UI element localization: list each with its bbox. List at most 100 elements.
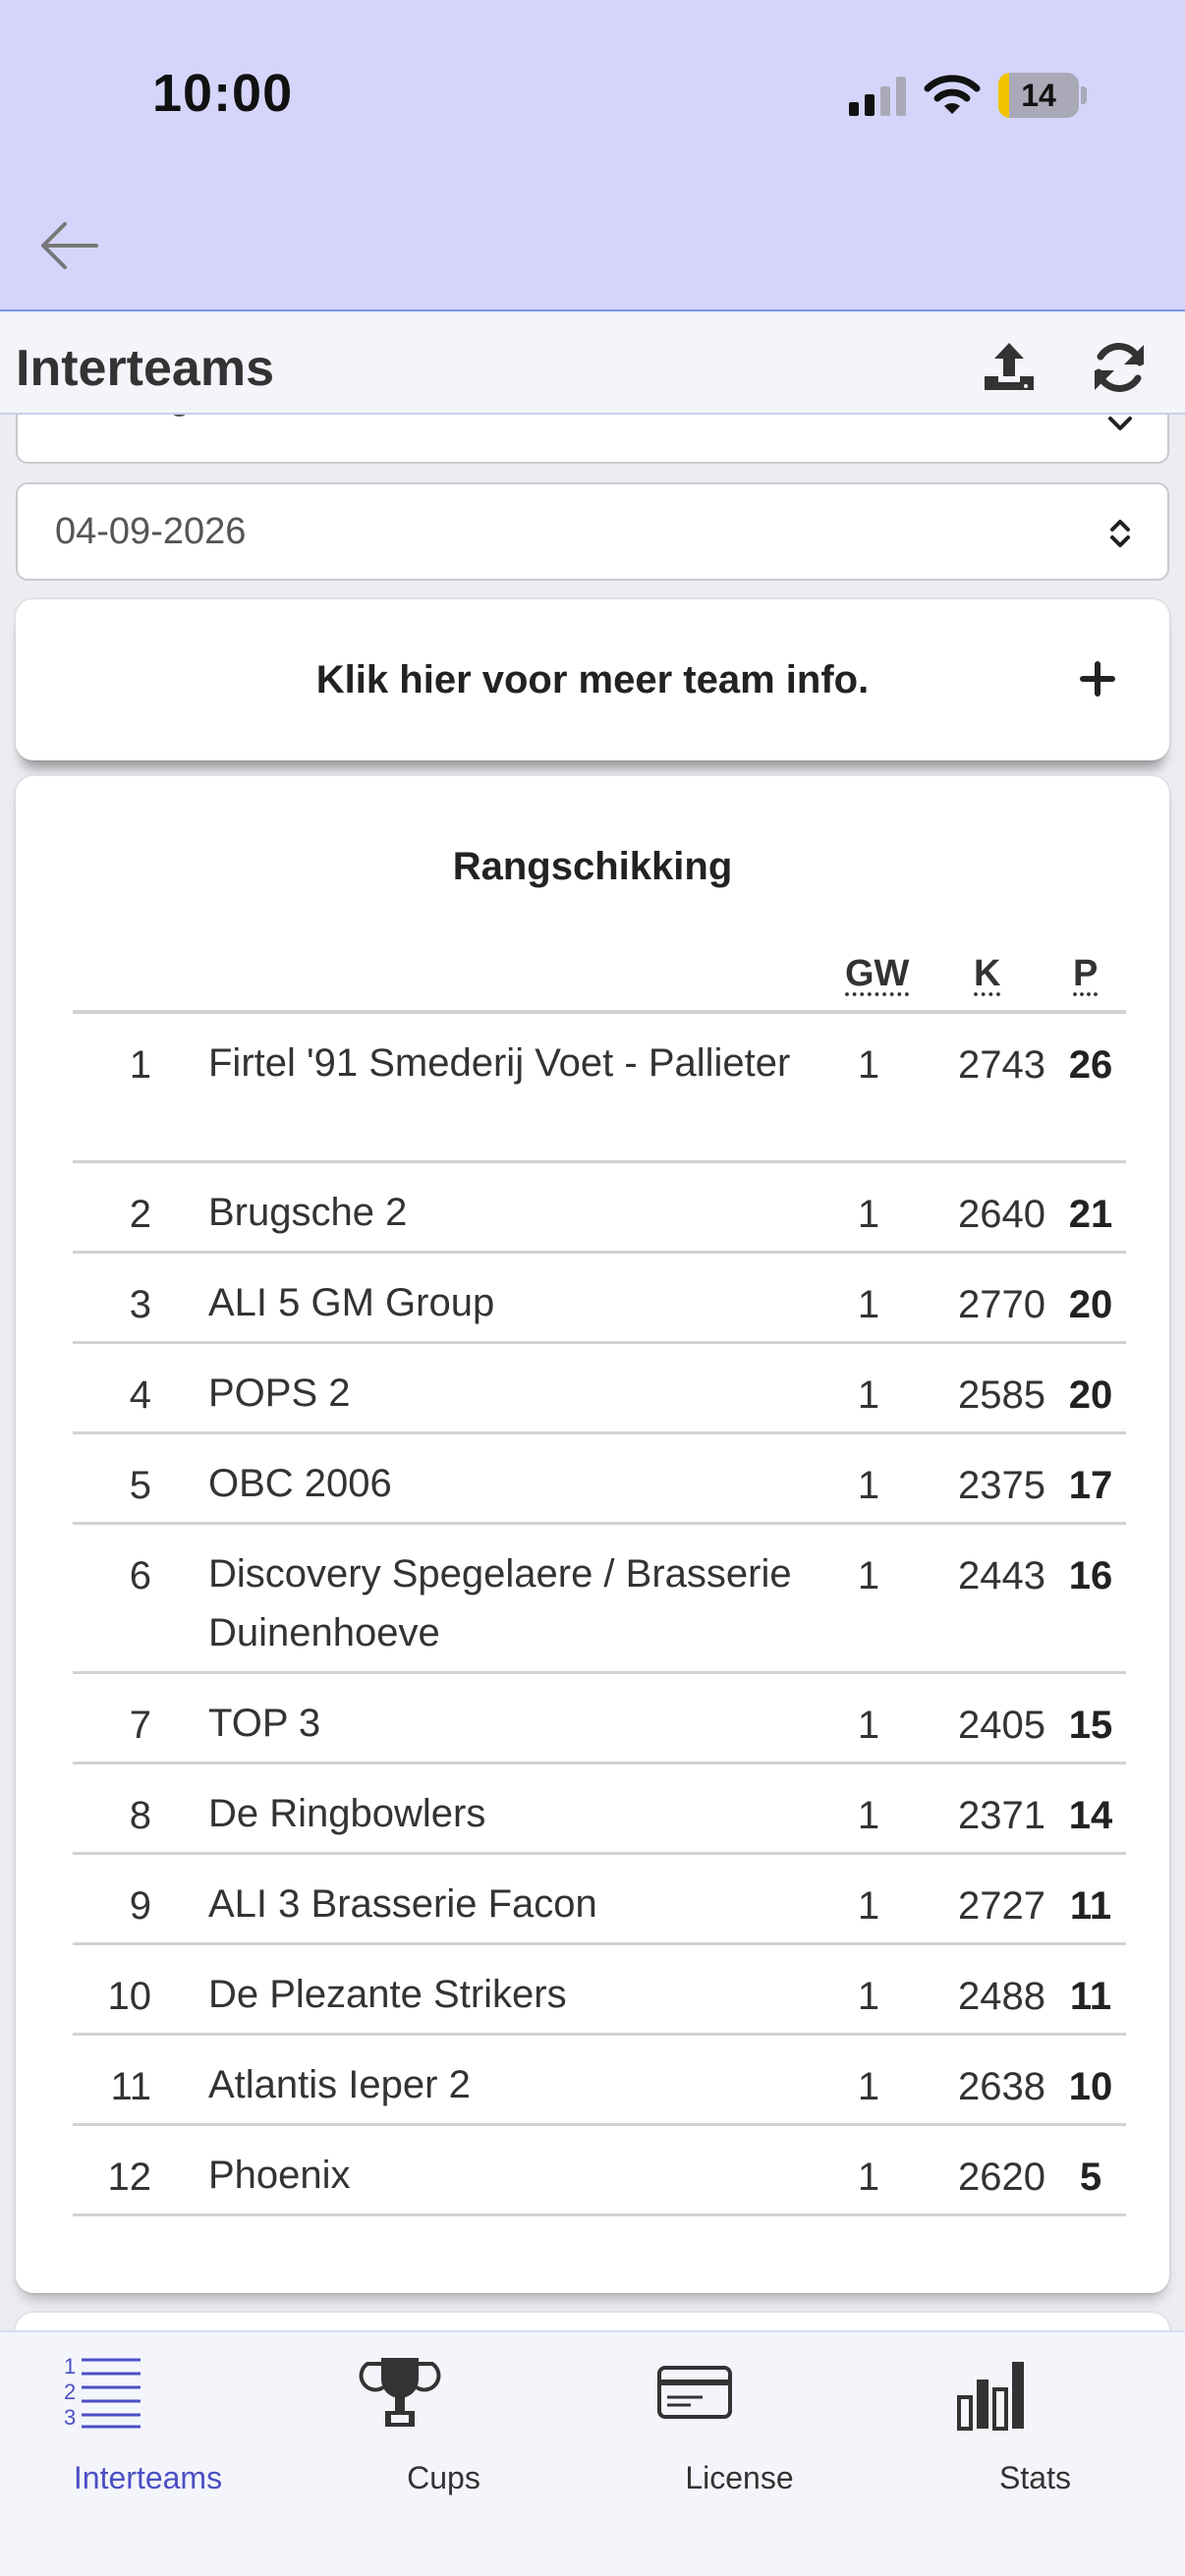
- team-name: POPS 2: [208, 1372, 351, 1415]
- page-header: Interteams: [0, 313, 1185, 415]
- status-time: 10:00: [152, 64, 294, 123]
- games-played: 1: [857, 1193, 880, 1236]
- table-row[interactable]: 3 ALI 5 GM Group 1 2770 20: [73, 1254, 1126, 1344]
- tab-interteams[interactable]: 1 2 3 Interteams: [0, 2332, 296, 2576]
- wifi-icon: [924, 75, 981, 114]
- rank-position: 10: [107, 1975, 152, 2018]
- ranking-title: Rangschikking: [452, 845, 733, 888]
- points: 16: [1068, 1554, 1113, 1597]
- pins-total: 2375: [958, 1464, 1045, 1507]
- table-row[interactable]: 4 POPS 2 1 2585 20: [73, 1344, 1126, 1434]
- points: 21: [1068, 1193, 1113, 1236]
- team-name: Phoenix: [208, 2154, 351, 2197]
- pins-total: 2488: [958, 1975, 1045, 2018]
- ranking-card: Rangschikking GW K P 1 Firtel '91 Smederi…: [16, 776, 1169, 2293]
- rank-position: 6: [129, 1554, 151, 1597]
- rank-position: 12: [107, 2156, 152, 2199]
- games-played: 1: [857, 1975, 880, 2018]
- table-row[interactable]: 11 Atlantis Ieper 2 1 2638 10: [73, 2036, 1126, 2126]
- tab-label: License: [685, 2460, 794, 2495]
- points: 14: [1068, 1794, 1113, 1837]
- team-name: Atlantis Ieper 2: [208, 2063, 471, 2106]
- team-info-label: Klik hier voor meer team info.: [315, 657, 870, 701]
- points: 17: [1068, 1464, 1113, 1507]
- table-row[interactable]: 5 OBC 2006 1 2375 17: [73, 1434, 1126, 1525]
- team-name: OBC 2006: [208, 1462, 392, 1505]
- team-name: ALI 5 GM Group: [208, 1281, 495, 1324]
- team-info-toggle[interactable]: Klik hier voor meer team info.: [16, 599, 1169, 760]
- table-row[interactable]: 9 ALI 3 Brasserie Facon 1 2727 11: [73, 1855, 1126, 1945]
- games-played: 1: [857, 1464, 880, 1507]
- tab-label: Interteams: [73, 2460, 223, 2495]
- rank-position: 1: [129, 1043, 151, 1087]
- tab-label: Stats: [999, 2460, 1071, 2495]
- games-played: 1: [857, 1373, 880, 1417]
- app-bar: 10:00 14: [0, 0, 1185, 311]
- rank-position: 7: [129, 1704, 151, 1747]
- team-name: De Ringbowlers: [208, 1792, 486, 1835]
- tab-stats[interactable]: Stats: [887, 2332, 1183, 2576]
- ranking-table: GW K P 1 Firtel '91 Smederij Voet - Palli…: [73, 924, 1126, 2216]
- battery-tip: [1081, 86, 1087, 104]
- svg-text:3: 3: [64, 2405, 76, 2430]
- tab-cups[interactable]: Cups: [296, 2332, 592, 2576]
- column-header-p[interactable]: P: [1073, 953, 1098, 995]
- cellular-signal-icon: [849, 77, 906, 116]
- games-played: 1: [857, 1704, 880, 1747]
- ranking-table-header: GW K P: [73, 924, 1126, 1014]
- card-icon: [656, 2366, 732, 2419]
- upload-icon[interactable]: [979, 337, 1040, 398]
- column-header-gw[interactable]: GW: [845, 953, 909, 995]
- games-played: 1: [857, 1554, 880, 1597]
- table-row[interactable]: 7 TOP 3 1 2405 15: [73, 1674, 1126, 1764]
- team-name: Discovery Spegelaere / Brasserie Duinenh…: [208, 1552, 792, 1654]
- table-row[interactable]: 12 Phoenix 1 2620 5: [73, 2126, 1126, 2216]
- points: 20: [1068, 1283, 1113, 1326]
- points: 26: [1068, 1043, 1113, 1087]
- battery-icon: 14: [998, 73, 1079, 118]
- arrow-left-icon[interactable]: [35, 210, 106, 281]
- refresh-icon[interactable]: [1089, 337, 1150, 398]
- points: 5: [1079, 2156, 1102, 2199]
- games-played: 1: [857, 2156, 880, 2199]
- points: 20: [1068, 1373, 1113, 1417]
- games-played: 1: [857, 1043, 880, 1087]
- table-row[interactable]: 6 Discovery Spegelaere / Brasserie Duinen…: [73, 1525, 1126, 1674]
- table-row[interactable]: 2 Brugsche 2 1 2640 21: [73, 1163, 1126, 1254]
- points: 11: [1069, 1884, 1112, 1928]
- plus-icon[interactable]: [1079, 660, 1116, 698]
- games-played: 1: [857, 1794, 880, 1837]
- rank-position: 8: [129, 1794, 151, 1837]
- column-header-k[interactable]: K: [974, 953, 1000, 995]
- page-title: Interteams: [16, 340, 274, 397]
- pins-total: 2443: [958, 1554, 1045, 1597]
- tab-license[interactable]: License: [592, 2332, 887, 2576]
- date-select-value: 04-09-2026: [55, 510, 247, 552]
- pins-total: 2640: [958, 1193, 1045, 1236]
- pins-total: 2371: [958, 1794, 1045, 1837]
- trophy-icon: [359, 2358, 440, 2427]
- team-name: TOP 3: [208, 1702, 321, 1745]
- pins-total: 2585: [958, 1373, 1045, 1417]
- table-row[interactable]: 10 De Plezante Strikers 1 2488 11: [73, 1945, 1126, 2036]
- svg-text:1: 1: [64, 2354, 76, 2379]
- rank-position: 2: [129, 1193, 151, 1236]
- bottom-tab-bar: 1 2 3 Interteams Cups License Stats: [0, 2330, 1185, 2576]
- team-name: De Plezante Strikers: [208, 1973, 567, 2016]
- games-played: 1: [857, 1884, 880, 1928]
- rank-position: 9: [129, 1884, 151, 1928]
- games-played: 1: [857, 1283, 880, 1326]
- table-row[interactable]: 1 Firtel '91 Smederij Voet - Pallieter 1 27…: [73, 1014, 1126, 1163]
- rank-position: 4: [129, 1373, 151, 1417]
- pins-total: 2743: [958, 1043, 1045, 1087]
- team-name: ALI 3 Brasserie Facon: [208, 1882, 597, 1926]
- pins-total: 2638: [958, 2065, 1045, 2108]
- bar-chart-icon: [956, 2362, 1024, 2431]
- table-row[interactable]: 8 De Ringbowlers 1 2371 14: [73, 1764, 1126, 1855]
- games-played: 1: [857, 2065, 880, 2108]
- rank-position: 3: [129, 1283, 151, 1326]
- rank-position: 11: [110, 2065, 151, 2108]
- date-select[interactable]: 04-09-2026: [16, 482, 1169, 581]
- ranking-rows: 1 Firtel '91 Smederij Voet - Pallieter 1 27…: [73, 1014, 1126, 2216]
- rank-position: 5: [129, 1464, 151, 1507]
